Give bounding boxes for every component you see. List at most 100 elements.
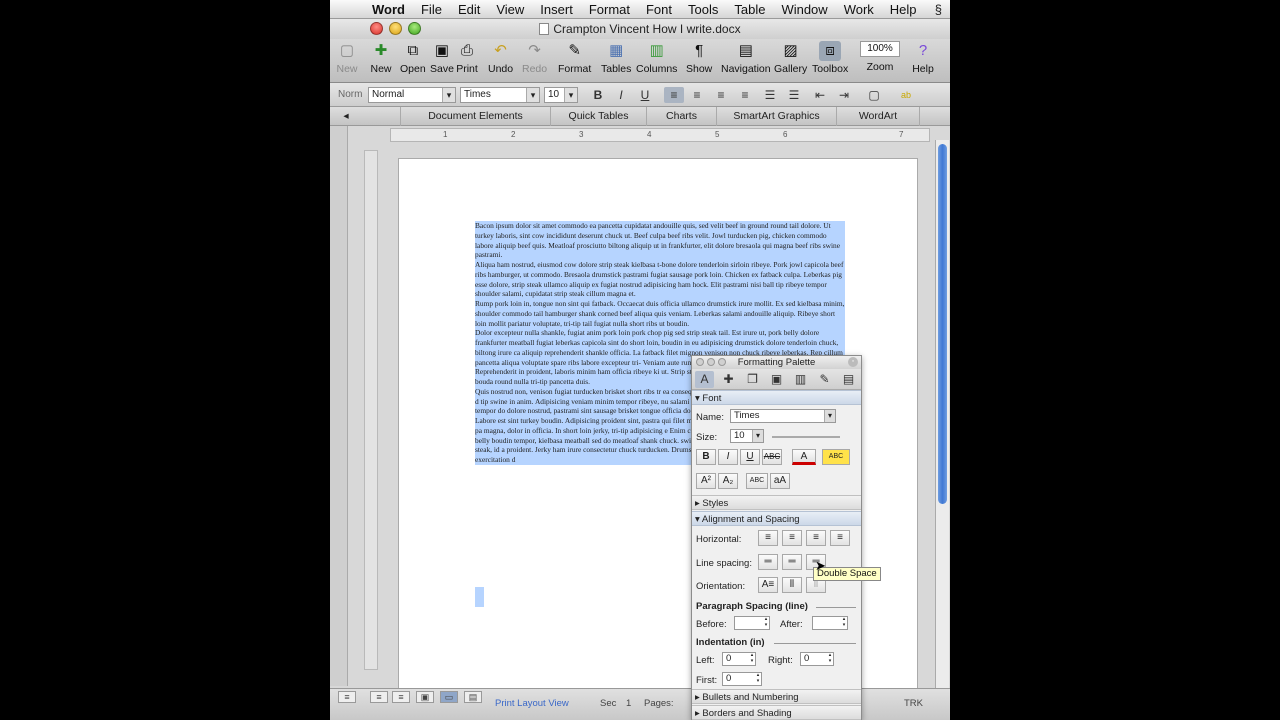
horizontal-ruler[interactable]: 1 2 3 4 5 6 7 [390,128,930,142]
menu-tools[interactable]: Tools [680,2,726,17]
paragraph[interactable]: Rump pork loin in, tongue non sint qui f… [475,299,845,329]
citations-icon[interactable]: ▥ [791,371,810,388]
palette-strikethrough-button[interactable]: ABC [762,449,782,465]
bold-button[interactable]: B [588,87,608,103]
font-select[interactable]: Times [460,87,540,103]
numbered-list-button[interactable]: ☰ [760,87,780,103]
palette-justify-button[interactable]: ≡ [830,530,850,546]
first-indent-field[interactable]: 0 [722,672,762,686]
menu-format[interactable]: Format [581,2,638,17]
tab-document-elements[interactable]: Document Elements [400,107,550,126]
tab-smartart-graphics[interactable]: SmartArt Graphics [716,107,836,126]
one-half-space-button[interactable]: ═ [782,554,802,570]
menu-edit[interactable]: Edit [450,2,488,17]
palette-align-right-button[interactable]: ≡ [806,530,826,546]
bulleted-list-button[interactable]: ☰ [784,87,804,103]
single-space-button[interactable]: ═ [758,554,778,570]
size-select[interactable]: 10 [544,87,578,103]
print-button[interactable]: ⎙ Print [456,41,478,75]
compatibility-report-icon[interactable]: ✎ [815,371,834,388]
object-palette-icon[interactable]: ✚ [719,371,738,388]
outline-view-button[interactable]: ≡ [370,691,388,703]
font-color-button[interactable]: A [792,449,816,465]
menu-app[interactable]: Word [364,2,413,17]
zoom-field[interactable]: 100% [860,41,900,57]
toolbox-button[interactable]: ⧈ Toolbox [812,41,848,75]
superscript-button[interactable]: A² [696,473,716,489]
redo-button[interactable]: ↷ Redo [522,41,547,75]
help-button[interactable]: ? Help [912,41,934,75]
menu-insert[interactable]: Insert [532,2,581,17]
undo-button[interactable]: ↶ Undo [488,41,513,75]
navigation-button[interactable]: ▤ Navigation [721,41,771,75]
partial-new-button[interactable]: ▢ New [336,41,358,75]
styles-section-header[interactable]: ▸ Styles [692,495,861,510]
tab-quick-tables[interactable]: Quick Tables [550,107,646,126]
draft-view-button[interactable]: ≡ [338,691,356,703]
project-palette-icon[interactable]: ▤ [839,371,858,388]
tab-wordart[interactable]: WordArt [836,107,920,126]
right-indent-field[interactable]: 0 [800,652,834,666]
align-left-button[interactable]: ≡ [664,87,684,103]
menu-view[interactable]: View [488,2,532,17]
horizontal-orientation-button[interactable]: A≡ [758,577,778,593]
left-indent-field[interactable]: 0 [722,652,756,666]
tab-charts[interactable]: Charts [646,107,716,126]
show-button[interactable]: ¶ Show [686,41,712,75]
palette-minimize-button[interactable] [707,358,715,366]
align-right-button[interactable]: ≡ [711,87,731,103]
italic-button[interactable]: I [611,87,631,103]
open-button[interactable]: ⧉ Open [400,41,426,75]
paragraph[interactable]: Aliqua ham nostrud, eiusmod cow dolore s… [475,260,845,299]
palette-underline-button[interactable]: U [740,449,760,465]
increase-indent-button[interactable]: ⇥ [834,87,854,103]
columns-button[interactable]: ▥ Columns [636,41,677,75]
borders-button[interactable]: ▢ [864,87,884,103]
palette-bold-button[interactable]: B [696,449,716,465]
borders-section-header[interactable]: ▸ Borders and Shading [692,705,861,720]
vertical-orientation-button[interactable]: ⫴ [782,577,802,593]
gallery-button[interactable]: ▨ Gallery [774,41,807,75]
full-screen-view-button[interactable]: ▤ [464,691,482,703]
palette-collapse-icon[interactable]: ◦ [848,357,858,367]
change-case-button[interactable]: aA [770,473,790,489]
font-section-header[interactable]: ▾ Font [692,390,861,405]
font-size-field[interactable]: 10 [730,429,764,443]
palette-align-center-button[interactable]: ≡ [782,530,802,546]
menu-font[interactable]: Font [638,2,680,17]
style-select[interactable]: Normal [368,87,456,103]
close-window-button[interactable] [370,22,383,35]
justify-button[interactable]: ≡ [735,87,755,103]
palette-close-button[interactable] [696,358,704,366]
zoom-window-button[interactable] [408,22,421,35]
zoom-control[interactable]: 100% Zoom [860,41,900,73]
formatting-palette-icon[interactable]: A [695,371,714,388]
menu-work[interactable]: Work [836,2,882,17]
underline-button[interactable]: U [635,87,655,103]
palette-align-left-button[interactable]: ≡ [758,530,778,546]
vertical-scrollbar[interactable] [935,140,949,688]
save-button[interactable]: ▣ Save [430,41,454,75]
palette-italic-button[interactable]: I [718,449,738,465]
font-name-field[interactable]: Times [730,409,836,423]
after-field[interactable] [812,616,848,630]
reference-tools-icon[interactable]: ▣ [767,371,786,388]
format-button[interactable]: ✎ Format [558,41,591,75]
minimize-window-button[interactable] [389,22,402,35]
scrapbook-icon[interactable]: ❐ [743,371,762,388]
ribbon-toggle-icon[interactable]: ◂ [340,107,352,126]
paragraph[interactable]: Bacon ipsum dolor sit amet commodo ea pa… [475,221,845,260]
menu-window[interactable]: Window [773,2,835,17]
highlight-button[interactable]: ab [896,87,916,103]
menu-file[interactable]: File [413,2,450,17]
before-field[interactable] [734,616,770,630]
notebook-view-button[interactable]: ▣ [416,691,434,703]
align-center-button[interactable]: ≡ [687,87,707,103]
menu-table[interactable]: Table [726,2,773,17]
print-layout-view-button[interactable]: ▭ [440,691,458,703]
menu-help[interactable]: Help [882,2,925,17]
decrease-indent-button[interactable]: ⇤ [810,87,830,103]
palette-zoom-button[interactable] [718,358,726,366]
new-button[interactable]: ✚ New [370,41,392,75]
alignment-section-header[interactable]: ▾ Alignment and Spacing [692,511,861,526]
